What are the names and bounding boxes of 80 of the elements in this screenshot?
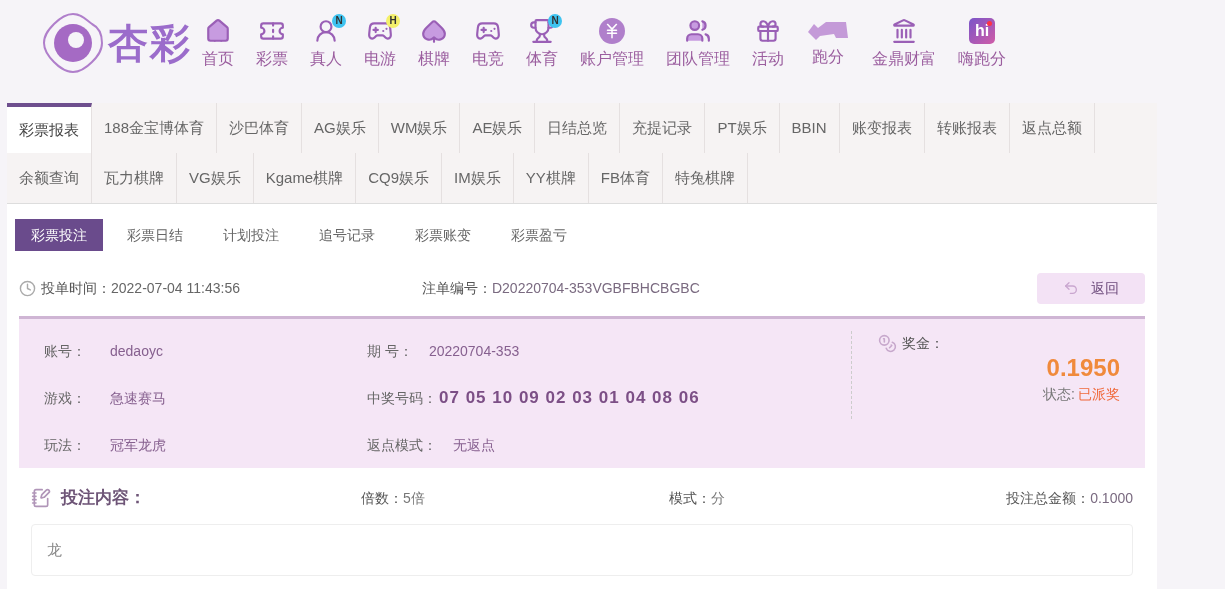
multiplier: 5倍 [403, 488, 426, 508]
badge: N [332, 14, 346, 28]
detail-value: 无返点 [453, 435, 495, 455]
sub-tab[interactable]: 彩票账变 [399, 219, 487, 251]
winning-numbers: 07 05 10 09 02 03 01 04 08 06 [439, 387, 700, 410]
status-label: 状态: [1043, 385, 1075, 404]
nav-item[interactable]: 跑分 [806, 18, 850, 68]
total-label: 投注总金额： [1006, 488, 1091, 508]
report-tab[interactable]: 日结总览 [535, 103, 621, 153]
home-icon [205, 18, 231, 44]
report-tab[interactable]: 瓦力棋牌 [92, 153, 177, 203]
prize-amount: 0.1950 [1046, 354, 1120, 382]
report-tab[interactable]: 余额查询 [7, 153, 92, 203]
detail-label: 中奖号码： [367, 388, 437, 408]
report-tab[interactable]: Kgame棋牌 [253, 153, 357, 203]
detail-label: 账号： [44, 341, 87, 361]
multiplier-label: 倍数： [361, 488, 403, 508]
nav-item[interactable]: 首页 [202, 18, 234, 70]
prize-label: 奖金： [902, 334, 944, 353]
detail-label: 返点模式： [367, 435, 437, 455]
badge: N [548, 14, 562, 28]
report-tab[interactable]: 彩票报表 [7, 103, 92, 153]
clock-icon [19, 279, 36, 297]
report-tab[interactable]: IM娱乐 [442, 153, 514, 203]
detail-value: 急速赛马 [110, 388, 166, 408]
nav-item[interactable]: 活动 [752, 18, 784, 70]
gift-icon [755, 18, 781, 44]
sub-tab[interactable]: 彩票日结 [111, 219, 199, 251]
report-tab[interactable]: 返点总额 [1009, 103, 1095, 153]
detail-label: 游戏： [44, 388, 87, 408]
nav-item[interactable]: 彩票 [256, 18, 288, 70]
detail-value: 冠军龙虎 [110, 435, 166, 455]
report-tab[interactable]: 沙巴体育 [217, 103, 303, 153]
report-tab[interactable]: 账变报表 [839, 103, 925, 153]
mode: 分 [711, 488, 725, 508]
report-tab[interactable]: 转账报表 [924, 103, 1010, 153]
detail-label: 期 号： [367, 341, 413, 361]
notepad-icon [31, 488, 51, 508]
hi-app-icon: hi [969, 18, 995, 44]
status-value: 已派奖 [1078, 385, 1120, 404]
report-tab[interactable]: VG娱乐 [177, 153, 254, 203]
mode-label: 模式： [669, 488, 711, 508]
report-tab[interactable]: FB体育 [588, 153, 663, 203]
sub-tab[interactable]: 彩票盈亏 [495, 219, 583, 251]
detail-label: 玩法： [44, 435, 87, 455]
report-tab[interactable]: BBIN [779, 103, 840, 153]
detail-value: dedaoyc [110, 341, 163, 361]
report-tab[interactable]: PT娱乐 [705, 103, 780, 153]
nav-item[interactable]: 电竞 [472, 18, 504, 70]
badge: H [386, 14, 400, 28]
nav-item[interactable]: 团队管理 [666, 18, 730, 70]
total-amount: 0.1000 [1090, 488, 1133, 508]
nav-item[interactable]: 金鼎财富 [872, 18, 936, 70]
order-time-label: 投单时间： [41, 278, 111, 298]
report-tab[interactable]: WM娱乐 [378, 103, 461, 153]
bet-content-box: 龙 [31, 524, 1133, 576]
order-number-label: 注单编号： [421, 278, 492, 298]
report-tab[interactable]: 188金宝博体育 [92, 103, 218, 153]
sub-tab[interactable]: 计划投注 [207, 219, 295, 251]
sub-tab[interactable]: 追号记录 [303, 219, 391, 251]
team-icon [685, 18, 711, 44]
back-button[interactable]: 返回 [1037, 272, 1145, 304]
report-tab[interactable]: YY棋牌 [513, 153, 589, 203]
report-tab[interactable]: 特兔棋牌 [662, 153, 748, 203]
report-tab[interactable]: AG娱乐 [302, 103, 379, 153]
logo-text: 杏彩 [108, 23, 192, 63]
detail-value: 20220704-353 [428, 341, 520, 361]
order-time: 2022-07-04 11:43:56 [111, 278, 240, 298]
nav-item[interactable]: 账户管理 [580, 18, 644, 70]
logo-icon [42, 12, 104, 74]
nav-item[interactable]: 棋牌 [418, 18, 450, 70]
yen-coin-icon [599, 18, 625, 44]
bet-content-title: 投注内容： [61, 487, 147, 510]
nav-item[interactable]: hi 嗨跑分 [958, 18, 1006, 70]
back-icon [1063, 280, 1079, 296]
report-tab[interactable]: 充提记录 [620, 103, 706, 153]
order-number: D20220704-353VGBFBHCBGBC [491, 278, 700, 298]
sub-tab[interactable]: 彩票投注 [15, 219, 103, 251]
report-tab[interactable]: CQ9娱乐 [356, 153, 443, 203]
report-tab[interactable]: AE娱乐 [460, 103, 536, 153]
